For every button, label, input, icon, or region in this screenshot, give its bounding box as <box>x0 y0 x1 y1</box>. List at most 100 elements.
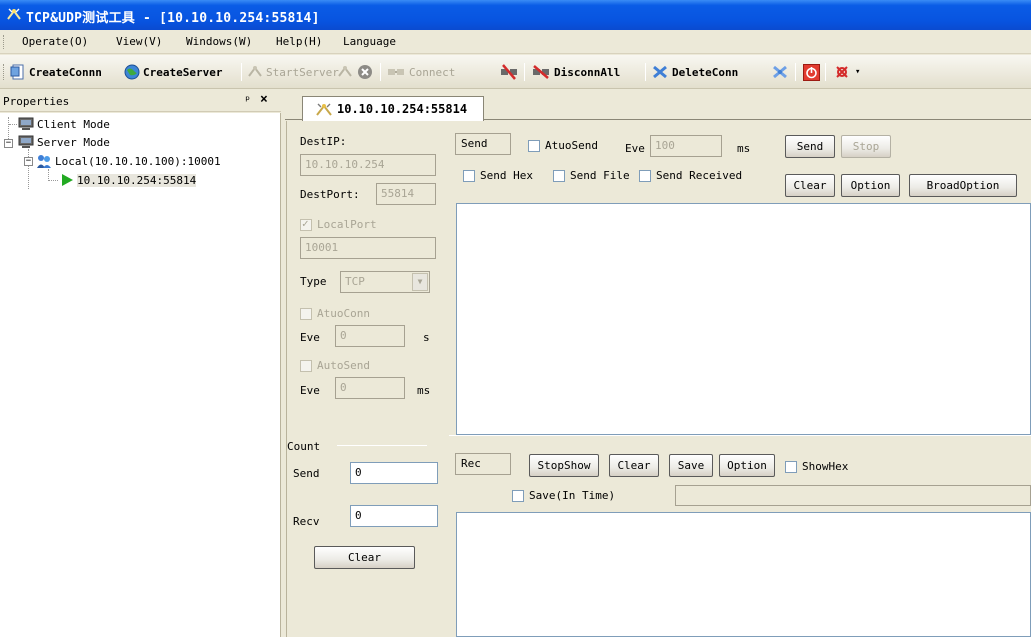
menu-windows[interactable]: Windows(W) <box>186 35 252 48</box>
send-ms-label: ms <box>737 142 751 155</box>
tab-strip: 10.10.10.254:55814 <box>285 90 1031 121</box>
delete-conn-button[interactable]: DeleteConn <box>651 63 738 81</box>
toolbar-separator <box>241 63 242 81</box>
chevron-down-icon[interactable]: ▼ <box>412 273 428 291</box>
properties-header: Properties ᵖ × <box>0 90 281 112</box>
toolbar-overflow-icon[interactable]: ▾ <box>855 63 860 81</box>
type-value: TCP <box>345 275 365 288</box>
dest-ip-field[interactable]: 10.10.10.254 <box>300 154 436 176</box>
checkbox-box <box>300 307 312 320</box>
receive-textarea[interactable] <box>456 512 1031 637</box>
count-send-field[interactable]: 0 <box>350 462 438 484</box>
server-start-icon <box>248 66 262 77</box>
tree-item-connection[interactable]: 10.10.10.254:55814 <box>60 173 197 187</box>
toolbar-separator <box>825 63 826 81</box>
stop-server-button[interactable] <box>357 63 373 81</box>
count-title: Count <box>287 440 321 453</box>
tree-item-client-mode[interactable]: Client Mode <box>18 117 110 131</box>
save-path-field[interactable] <box>675 485 1031 506</box>
send-received-label: Send Received <box>656 169 743 182</box>
create-conn-button[interactable]: CreateConnn <box>10 63 102 81</box>
send-received-checkbox[interactable]: Send Received <box>639 169 742 182</box>
tree-label-local: Local(10.10.10.100):10001 <box>55 154 221 168</box>
check-icon: ✓ <box>302 216 309 230</box>
auto-send-toggle[interactable]: AtuoSend <box>528 139 598 152</box>
globe-icon <box>124 64 140 80</box>
auto-send-checkbox[interactable]: AutoSend <box>300 359 370 372</box>
send-textarea[interactable] <box>456 203 1031 435</box>
auto-conn-eve-field[interactable]: 0 <box>335 325 405 347</box>
play-arrow-icon <box>62 174 73 186</box>
tree-line <box>28 149 29 189</box>
dest-ip-label: DestIP: <box>300 135 347 148</box>
broad-option-button[interactable]: BroadOption <box>909 174 1017 197</box>
show-hex-checkbox[interactable]: ShowHex <box>785 460 848 473</box>
menu-view[interactable]: View(V) <box>116 35 162 48</box>
send-file-checkbox[interactable]: Send File <box>553 169 630 182</box>
connection-settings-panel: DestIP: 10.10.10.254 DestPort: 55814 ✓ L… <box>286 121 449 637</box>
rec-option-button[interactable]: Option <box>719 454 775 477</box>
send-option-button[interactable]: Option <box>841 174 900 197</box>
power-button[interactable] <box>803 63 820 81</box>
create-server-label: CreateServer <box>143 65 223 79</box>
start-server-button[interactable]: StartServer <box>247 63 339 81</box>
delete-all-button[interactable] <box>771 63 789 81</box>
local-port-field[interactable]: 10001 <box>300 237 436 259</box>
auto-send-label: AutoSend <box>317 359 370 372</box>
disconn-all-button[interactable]: DisconnAll <box>531 63 620 81</box>
delete-connection-icon <box>653 65 667 79</box>
local-port-label: LocalPort <box>317 218 377 231</box>
count-recv-field[interactable]: 0 <box>350 505 438 527</box>
send-button[interactable]: Send <box>785 135 835 158</box>
send-eve-field[interactable]: 100 <box>650 135 722 157</box>
checkbox-box <box>528 139 540 152</box>
rec-save-button[interactable]: Save <box>669 454 713 477</box>
type-combo[interactable]: TCP ▼ <box>340 271 430 293</box>
menu-help[interactable]: Help(H) <box>276 35 322 48</box>
connect-label: Connect <box>409 65 456 79</box>
save-in-time-checkbox[interactable]: Save(In Time) <box>512 489 615 502</box>
disconn-all-label: DisconnAll <box>554 65 621 79</box>
stop-button[interactable]: Stop <box>841 135 891 158</box>
disconnect-button[interactable] <box>499 63 519 81</box>
pin-icon[interactable]: ᵖ <box>244 93 251 107</box>
count-clear-button[interactable]: Clear <box>314 546 415 569</box>
eve-unit-ms: ms <box>417 384 431 397</box>
send-hex-checkbox[interactable]: Send Hex <box>463 169 533 182</box>
tree-line <box>48 169 49 181</box>
server-config-button[interactable] <box>337 63 353 81</box>
checkbox-box <box>639 169 651 182</box>
server-mode-expander[interactable]: − <box>4 139 13 148</box>
show-hex-label: ShowHex <box>802 460 849 473</box>
dest-port-field[interactable]: 55814 <box>376 183 436 205</box>
checkbox-box <box>553 169 565 182</box>
count-recv-label: Recv <box>293 515 320 528</box>
menu-bar: Operate(O) View(V) Windows(W) Help(H) La… <box>0 30 1031 54</box>
tree-line <box>48 180 58 181</box>
toolbar-separator <box>795 63 796 81</box>
exit-button[interactable] <box>833 63 851 81</box>
properties-title: Properties <box>3 95 70 108</box>
properties-close-button[interactable]: × <box>260 92 268 107</box>
computer-icon <box>18 117 34 130</box>
menu-operate[interactable]: Operate(O) <box>22 35 88 48</box>
dest-port-label: DestPort: <box>300 188 360 201</box>
computer-icon <box>18 135 34 148</box>
rec-clear-button[interactable]: Clear <box>609 454 659 477</box>
tree-item-server-mode[interactable]: Server Mode <box>18 135 110 149</box>
tree-item-local-server[interactable]: Local(10.10.10.100):10001 <box>36 153 221 169</box>
auto-conn-checkbox[interactable]: AtuoConn <box>300 307 370 320</box>
local-port-checkbox[interactable]: ✓ LocalPort <box>300 216 377 231</box>
local-expander[interactable]: − <box>24 157 33 166</box>
toolbar-separator <box>380 63 381 81</box>
menu-language[interactable]: Language <box>343 35 396 48</box>
auto-send-eve-field[interactable]: 0 <box>335 377 405 399</box>
tab-connection[interactable]: 10.10.10.254:55814 <box>302 96 484 121</box>
create-server-button[interactable]: CreateServer <box>124 63 222 81</box>
panel-splitter[interactable] <box>281 90 285 637</box>
toolbar-grip <box>3 64 5 80</box>
connect-button[interactable]: Connect <box>386 63 455 81</box>
stop-show-button[interactable]: StopShow <box>529 454 599 477</box>
send-clear-button[interactable]: Clear <box>785 174 835 197</box>
plug-disconnect-icon <box>501 64 517 80</box>
